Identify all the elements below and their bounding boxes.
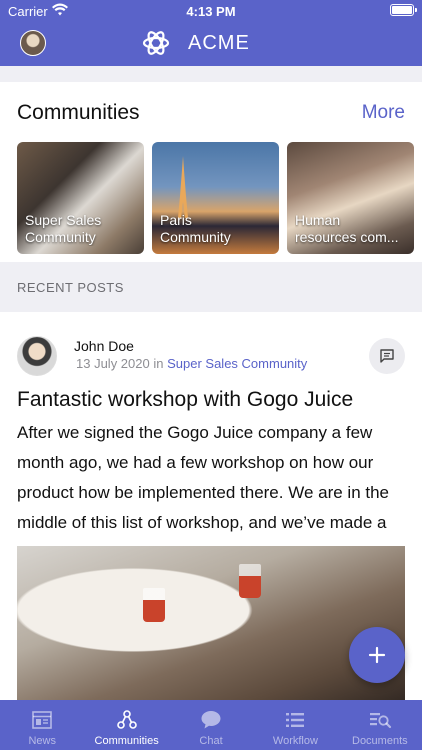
plus-icon bbox=[368, 646, 386, 664]
juice-glass-image bbox=[143, 588, 165, 622]
tab-label: Communities bbox=[94, 735, 159, 747]
juice-glass-image bbox=[239, 564, 261, 598]
post-date: 13 July 2020 bbox=[76, 356, 150, 371]
tab-news[interactable]: News bbox=[0, 700, 84, 750]
community-tile-paris[interactable]: Paris Community bbox=[152, 142, 279, 254]
post-community-link[interactable]: Super Sales Community bbox=[167, 356, 307, 371]
tab-bar: News Communities Chat Workflow Documents bbox=[0, 700, 422, 750]
community-tile-super-sales[interactable]: Super Sales Community bbox=[17, 142, 144, 254]
atom-logo-icon bbox=[142, 31, 170, 55]
post-title: Fantastic workshop with Gogo Juice bbox=[17, 388, 354, 411]
comment-icon bbox=[380, 349, 394, 363]
clock: 4:13 PM bbox=[186, 4, 236, 19]
profile-avatar[interactable] bbox=[20, 30, 46, 56]
community-tile-label: Paris Community bbox=[160, 212, 231, 245]
app-header: Carrier 4:13 PM ACME bbox=[0, 0, 422, 66]
workflow-icon bbox=[286, 713, 305, 727]
tab-label: Workflow bbox=[272, 735, 318, 747]
brand-name: ACME bbox=[188, 31, 250, 54]
new-post-button[interactable] bbox=[349, 627, 405, 683]
battery-icon bbox=[390, 4, 417, 16]
comment-button[interactable] bbox=[369, 338, 405, 374]
post-image[interactable] bbox=[17, 546, 405, 700]
status-bar: Carrier 4:13 PM bbox=[0, 0, 422, 22]
communities-title: Communities bbox=[17, 101, 140, 124]
communities-icon bbox=[116, 710, 137, 729]
community-tile-human-resources[interactable]: Human resources com... bbox=[287, 142, 414, 254]
brand: ACME bbox=[142, 28, 250, 58]
author-avatar[interactable] bbox=[17, 336, 57, 376]
tab-workflow[interactable]: Workflow bbox=[253, 700, 337, 750]
community-tile-label: Super Sales Community bbox=[25, 212, 102, 245]
eiffel-tower-image bbox=[178, 156, 188, 218]
community-tile-label: Human resources com... bbox=[295, 212, 399, 245]
documents-icon bbox=[369, 713, 391, 729]
tab-documents[interactable]: Documents bbox=[338, 700, 422, 750]
chat-icon bbox=[201, 711, 221, 729]
news-icon bbox=[32, 711, 53, 729]
post-body: After we signed the Gogo Juice company a… bbox=[17, 423, 390, 532]
more-link[interactable]: More bbox=[362, 102, 405, 124]
tab-communities[interactable]: Communities bbox=[84, 700, 168, 750]
post-in-word: in bbox=[153, 356, 164, 371]
recent-posts-title: RECENT POSTS bbox=[17, 280, 124, 295]
post-author[interactable]: John Doe bbox=[74, 338, 134, 354]
communities-carousel[interactable]: Super Sales Community Paris Community Hu… bbox=[17, 142, 422, 254]
tab-chat[interactable]: Chat bbox=[169, 700, 253, 750]
tab-label: Documents bbox=[352, 735, 408, 747]
post-meta: 13 July 2020 in Super Sales Community bbox=[76, 356, 307, 371]
communities-section: Communities More Super Sales Community P… bbox=[0, 82, 422, 262]
tab-label: Chat bbox=[199, 735, 223, 747]
tab-label: News bbox=[28, 735, 56, 747]
recent-posts-header: RECENT POSTS bbox=[0, 262, 422, 312]
